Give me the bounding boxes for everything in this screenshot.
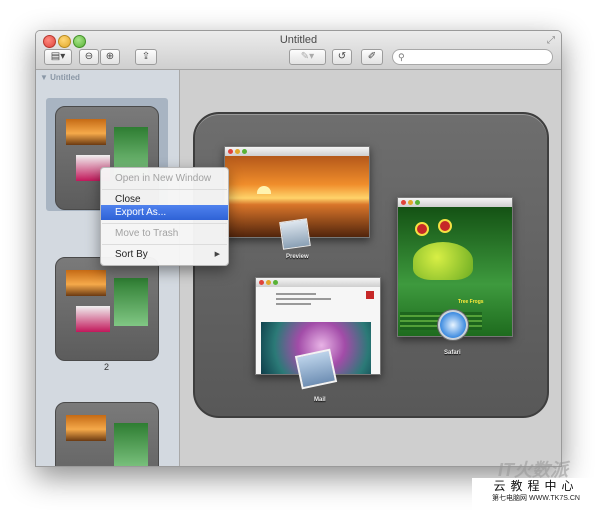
mail-header-line bbox=[276, 303, 311, 305]
search-icon: ⚲ bbox=[398, 52, 405, 62]
mail-header-line bbox=[276, 298, 331, 300]
page-thumbnail-3[interactable] bbox=[55, 402, 159, 466]
thumb-preview-window bbox=[66, 270, 106, 296]
menu-item-open-in-new-window[interactable]: Open in New Window bbox=[101, 171, 228, 186]
app-label-preview: Preview bbox=[286, 254, 309, 260]
sun bbox=[257, 186, 271, 194]
zoom-out-icon: ⊖ bbox=[84, 51, 94, 62]
page-number: 2 bbox=[104, 362, 110, 372]
markup-icon: ✐ bbox=[367, 51, 377, 62]
titlebar: Untitled ⤢ ▤▾ ⊖ ⊕ ⇪ ✎▾ ↺ ✐ ⚲ bbox=[36, 31, 561, 70]
menu-separator bbox=[102, 244, 227, 245]
watermark-line1: 云教程中心 bbox=[493, 479, 579, 493]
mail-app-icon bbox=[294, 348, 338, 390]
share-button[interactable]: ⇪ bbox=[135, 49, 157, 65]
share-icon: ⇪ bbox=[141, 51, 151, 62]
rotate-button[interactable]: ↺ bbox=[332, 49, 352, 65]
thumb-safari-window bbox=[114, 423, 148, 466]
min-dot bbox=[266, 280, 271, 285]
menu-item-export-as[interactable]: Export As... bbox=[101, 205, 228, 220]
close-dot bbox=[228, 149, 233, 154]
zoom-out-button[interactable]: ⊖ bbox=[79, 49, 99, 65]
watermark-line2: 第七电脑网 WWW.TK7S.CN bbox=[492, 495, 580, 502]
context-menu: Open in New Window Close Export As... Mo… bbox=[100, 167, 229, 266]
app-label-safari: Safari bbox=[444, 350, 461, 356]
page-thumbnail-2[interactable] bbox=[55, 257, 159, 361]
max-dot bbox=[273, 280, 278, 285]
menu-item-move-to-trash[interactable]: Move to Trash bbox=[101, 226, 228, 241]
fullscreen-icon[interactable]: ⤢ bbox=[547, 35, 555, 46]
close-dot bbox=[401, 200, 406, 205]
rotate-icon: ↺ bbox=[337, 51, 347, 62]
thumb-mail-window bbox=[76, 306, 110, 332]
watermark: 云教程中心 第七电脑网 WWW.TK7S.CN bbox=[472, 478, 600, 511]
preview-titlebar bbox=[225, 147, 369, 156]
sidebar-header[interactable]: ▼ Untitled bbox=[40, 73, 80, 82]
safari-app-icon bbox=[437, 309, 469, 341]
preview-app-icon bbox=[279, 218, 311, 250]
menu-separator bbox=[102, 223, 227, 224]
frog-eye bbox=[415, 222, 429, 236]
thumb-preview-window bbox=[66, 415, 106, 441]
search-input[interactable]: ⚲ bbox=[392, 49, 553, 65]
window-title: Untitled bbox=[279, 34, 318, 46]
frog-page-title: Tree Frogs bbox=[458, 299, 484, 305]
markup-button[interactable]: ✐ bbox=[361, 49, 383, 65]
max-dot bbox=[415, 200, 420, 205]
mission-control-space[interactable]: Preview Tree Frogs Safari Mail bbox=[193, 112, 549, 418]
zoom-in-icon: ⊕ bbox=[105, 51, 115, 62]
menu-separator bbox=[102, 189, 227, 190]
mail-stamp bbox=[366, 291, 374, 299]
frog-eye bbox=[438, 219, 452, 233]
submenu-arrow-icon: ▶ bbox=[214, 251, 220, 258]
document-canvas: Preview Tree Frogs Safari Mail bbox=[180, 70, 561, 466]
mail-titlebar bbox=[256, 278, 380, 287]
app-label-mail: Mail bbox=[314, 397, 326, 403]
thumb-safari-window bbox=[114, 278, 148, 326]
min-dot bbox=[408, 200, 413, 205]
sidebar-toggle-button[interactable]: ▤▾ bbox=[44, 49, 72, 65]
min-dot bbox=[235, 149, 240, 154]
thumb-preview-window bbox=[66, 119, 106, 145]
frog-image bbox=[413, 242, 473, 280]
pen-button[interactable]: ✎▾ bbox=[289, 49, 326, 65]
mail-header-line bbox=[276, 293, 316, 295]
max-dot bbox=[242, 149, 247, 154]
zoom-in-button[interactable]: ⊕ bbox=[100, 49, 120, 65]
pen-icon: ✎▾ bbox=[300, 51, 315, 62]
safari-titlebar bbox=[398, 198, 512, 207]
sort-by-label: Sort By bbox=[115, 249, 148, 260]
menu-item-sort-by[interactable]: Sort By ▶ bbox=[101, 247, 228, 262]
close-dot bbox=[259, 280, 264, 285]
sidebar-toggle-icon: ▤▾ bbox=[50, 51, 66, 62]
sidebar: ▼ Untitled 2 bbox=[36, 70, 180, 466]
